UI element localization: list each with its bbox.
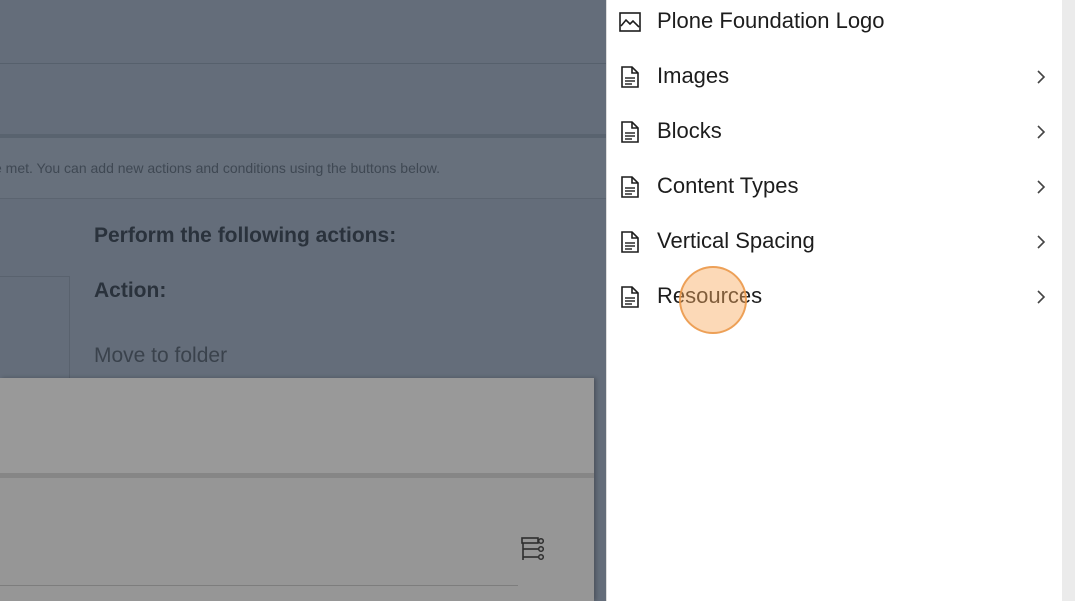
chevron-right-icon[interactable]	[1031, 177, 1051, 197]
list-item-label: Images	[657, 63, 730, 88]
list-item-label: Blocks	[657, 118, 722, 143]
click-indicator	[679, 266, 747, 334]
document-icon	[621, 66, 639, 88]
list-item-label: Plone Foundation Logo	[657, 8, 885, 33]
chevron-right-icon[interactable]	[1031, 287, 1051, 307]
chevron-right-icon[interactable]	[1031, 67, 1051, 87]
list-item-content-types[interactable]: Content Types	[607, 163, 1063, 218]
divider	[0, 63, 606, 64]
image-icon	[619, 12, 641, 32]
list-item-blocks[interactable]: Blocks	[607, 108, 1063, 163]
background-page: e met. You can add new actions and condi…	[0, 0, 606, 601]
document-icon	[621, 176, 639, 198]
action-label: Action:	[94, 279, 167, 302]
browse-tree-icon[interactable]	[518, 534, 548, 564]
document-icon	[621, 286, 639, 308]
list-item-plone-foundation-logo[interactable]: Plone Foundation Logo	[607, 0, 1063, 53]
conditions-box	[0, 276, 70, 388]
list-item-images[interactable]: Images	[607, 53, 1063, 108]
modal-header	[0, 378, 594, 478]
list-item-resources[interactable]: Resources	[607, 273, 1063, 328]
document-icon	[621, 121, 639, 143]
document-icon	[621, 231, 639, 253]
modal-divider	[0, 585, 518, 586]
object-browser-panel: Plone Foundation Logo Images Blocks Cont…	[606, 0, 1063, 601]
list-item-label: Vertical Spacing	[657, 228, 815, 253]
scrollbar[interactable]	[1062, 0, 1075, 601]
chevron-right-icon[interactable]	[1031, 122, 1051, 142]
list-item-label: Content Types	[657, 173, 799, 198]
actions-heading: Perform the following actions:	[94, 224, 397, 247]
modal-dialog	[0, 378, 594, 601]
rule-description: e met. You can add new actions and condi…	[0, 138, 606, 199]
list-item-vertical-spacing[interactable]: Vertical Spacing	[607, 218, 1063, 273]
chevron-right-icon[interactable]	[1031, 232, 1051, 252]
action-value: Move to folder	[94, 344, 228, 367]
rule-description-text: e met. You can add new actions and condi…	[0, 160, 440, 176]
